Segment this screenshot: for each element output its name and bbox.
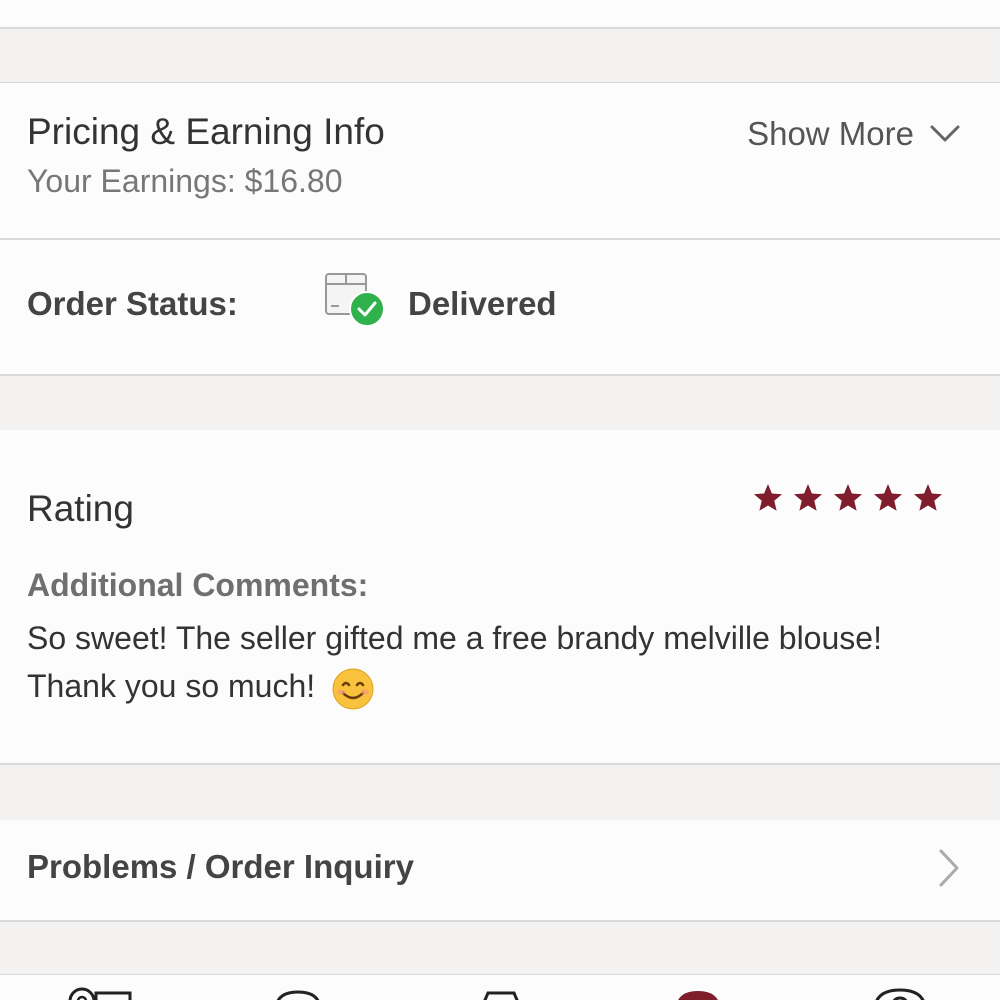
divider [0, 27, 1000, 29]
chat-icon[interactable] [272, 987, 324, 1000]
divider [0, 374, 1000, 376]
package-delivered-icon [325, 273, 385, 327]
problems-row[interactable]: Problems / Order Inquiry [0, 820, 1000, 920]
bag-icon[interactable] [478, 987, 524, 1000]
pricing-title: Pricing & Earning Info [27, 111, 385, 152]
show-more-button[interactable]: Show More [747, 115, 960, 153]
divider [0, 763, 1000, 765]
rating-title: Rating [27, 488, 134, 529]
star-icon [872, 482, 904, 514]
star-icon [792, 482, 824, 514]
order-status-label: Order Status: [27, 285, 238, 322]
show-more-label: Show More [747, 115, 914, 152]
pricing-section: Pricing & Earning Info Your Earnings: $1… [0, 83, 1000, 238]
chevron-right-icon [939, 849, 959, 887]
star-icon [912, 482, 944, 514]
problems-label: Problems / Order Inquiry [27, 848, 414, 885]
order-status-value: Delivered [408, 285, 557, 322]
comment-body: So sweet! The seller gifted me a free br… [27, 620, 882, 704]
chevron-down-icon [930, 125, 960, 142]
profile-icon[interactable] [872, 987, 928, 1000]
rating-section: Rating Additional Comments: So sweet! Th… [0, 430, 1000, 763]
comment-text: So sweet! The seller gifted me a free br… [27, 614, 927, 710]
top-section [0, 0, 1000, 27]
smiling-face-icon [332, 668, 374, 710]
tag-icon[interactable] [62, 987, 134, 1000]
star-rating [752, 482, 944, 514]
order-details-page: Pricing & Earning Info Your Earnings: $1… [0, 0, 1000, 1000]
bottom-nav [0, 975, 1000, 1000]
star-icon [752, 482, 784, 514]
star-icon [832, 482, 864, 514]
order-status-section: Order Status: Delivered [0, 240, 1000, 374]
earnings-text: Your Earnings: $16.80 [27, 163, 343, 199]
sell-icon[interactable] [674, 987, 722, 1000]
divider [0, 920, 1000, 922]
comments-label: Additional Comments: [27, 567, 369, 603]
